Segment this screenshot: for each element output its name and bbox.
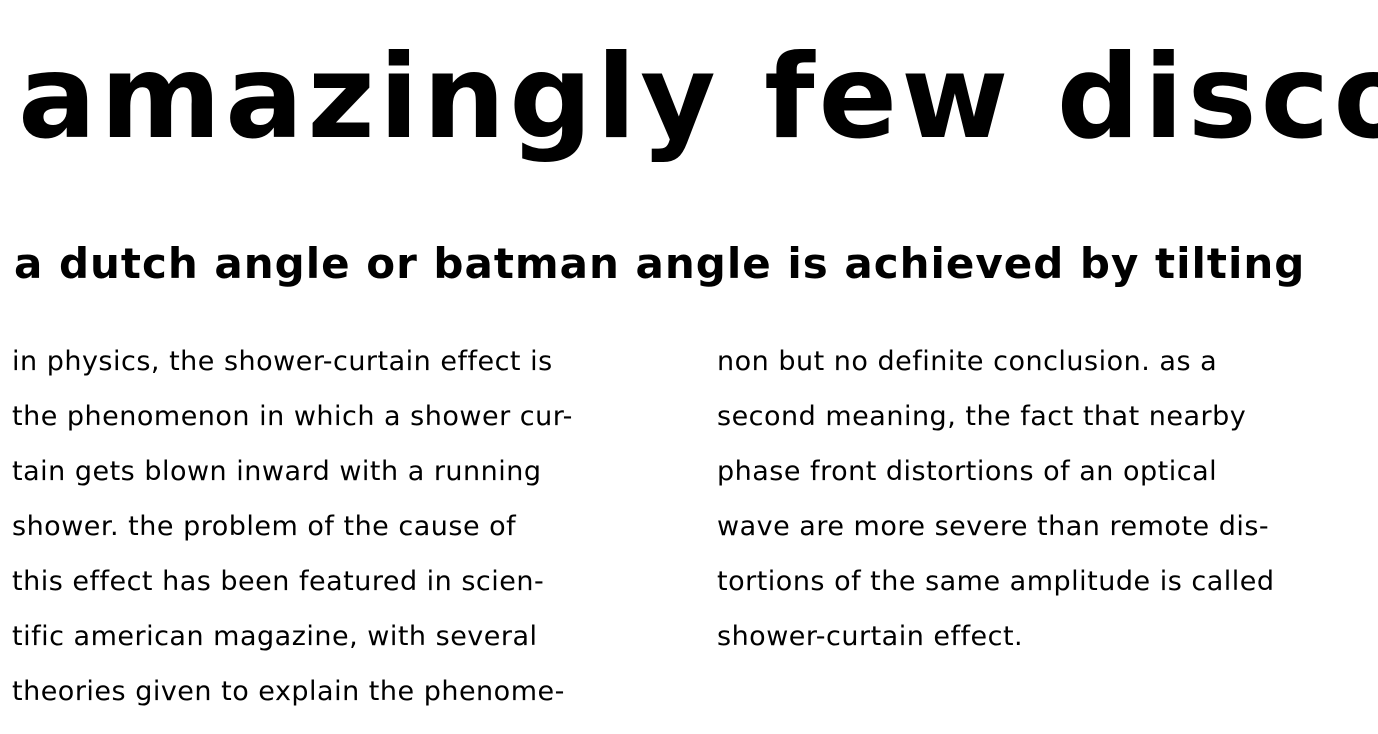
body-line: this effect has been featured in scien- (12, 566, 545, 597)
body-line: tortions of the same amplitude is called (717, 566, 1275, 597)
subheadline-text: a dutch angle or batman angle is achieve… (14, 239, 1306, 288)
body-line: in physics, the shower-curtain effect is (12, 346, 553, 377)
body-line: shower-curtain effect. (717, 621, 1024, 652)
body-line: shower. the problem of the cause of (12, 511, 517, 542)
body-line: second meaning, the fact that nearby (717, 401, 1247, 432)
body-line: the phenomenon in which a shower cur- (12, 401, 573, 432)
body-line: theories given to explain the phenome- (12, 676, 565, 707)
headline-text: amazingly few discothe (18, 30, 1378, 165)
body-line: tific american magazine, with several (12, 621, 538, 652)
body-text-columns: in physics, the shower-curtain effect is… (12, 334, 1372, 724)
body-column-right: non but no definite conclusion. as a sec… (717, 334, 1372, 724)
body-line: phase front distortions of an optical (717, 456, 1218, 487)
body-line: non but no definite conclusion. as a (717, 346, 1218, 377)
body-line: wave are more severe than remote dis- (717, 511, 1270, 542)
body-column-left: in physics, the shower-curtain effect is… (12, 334, 672, 724)
body-line: tain gets blown inward with a running (12, 456, 542, 487)
